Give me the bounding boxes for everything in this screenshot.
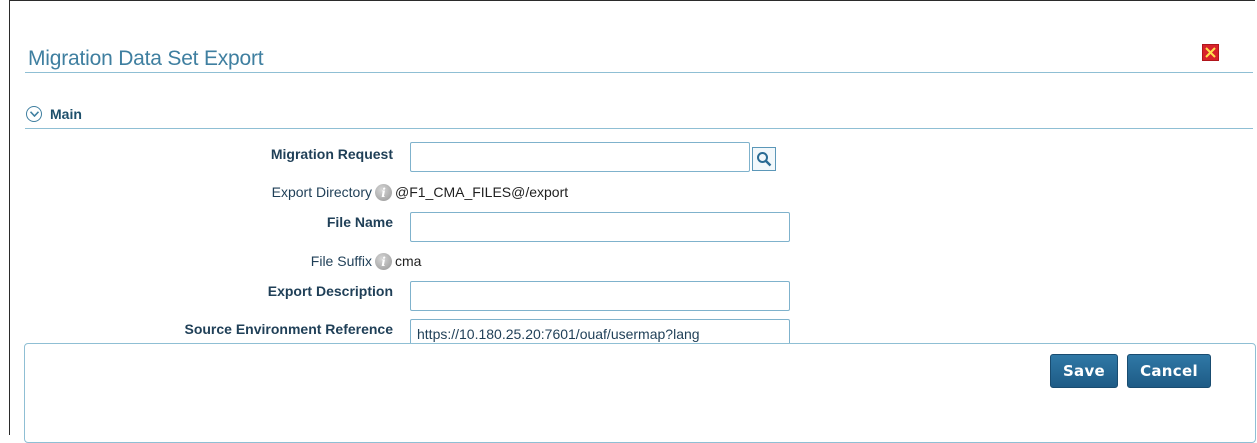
export-directory-label: Export Directory	[271, 184, 372, 200]
field-row-file-name: File Name	[10, 212, 1210, 242]
file-name-input[interactable]	[410, 212, 790, 242]
migration-request-label: Migration Request	[270, 146, 393, 162]
chevron-down-circle-icon	[26, 106, 42, 122]
file-suffix-value: cma	[395, 253, 422, 269]
export-description-label: Export Description	[267, 283, 393, 299]
search-icon	[757, 152, 772, 167]
export-description-input[interactable]	[410, 281, 790, 311]
dialog-title: Migration Data Set Export	[28, 47, 264, 70]
section-toggle-main[interactable]: Main	[26, 104, 82, 124]
source-environment-reference-label: Source Environment Reference	[184, 321, 393, 337]
dialog-window: Migration Data Set Export Main Migration…	[9, 0, 1256, 443]
field-row-migration-request: Migration Request	[10, 142, 1210, 172]
field-row-export-directory: Export Directory i @F1_CMA_FILES@/export	[10, 181, 1210, 207]
info-icon[interactable]: i	[375, 184, 392, 201]
field-row-export-description: Export Description	[10, 281, 1210, 311]
migration-request-input[interactable]	[410, 142, 750, 172]
save-button[interactable]: Save	[1050, 354, 1118, 388]
title-divider	[25, 72, 1253, 73]
cancel-button[interactable]: Cancel	[1127, 354, 1211, 388]
field-row-file-suffix: File Suffix i cma	[10, 250, 1210, 276]
file-name-label: File Name	[326, 214, 393, 230]
export-directory-value: @F1_CMA_FILES@/export	[395, 184, 569, 200]
section-label: Main	[50, 106, 82, 122]
info-icon[interactable]: i	[375, 253, 392, 270]
section-divider	[25, 128, 1253, 129]
close-button[interactable]	[1202, 44, 1219, 61]
migration-request-search-button[interactable]	[752, 147, 776, 171]
close-icon	[1205, 47, 1216, 58]
field-row-source-environment-reference: Source Environment Reference	[10, 319, 1210, 349]
file-suffix-label: File Suffix	[310, 253, 372, 269]
